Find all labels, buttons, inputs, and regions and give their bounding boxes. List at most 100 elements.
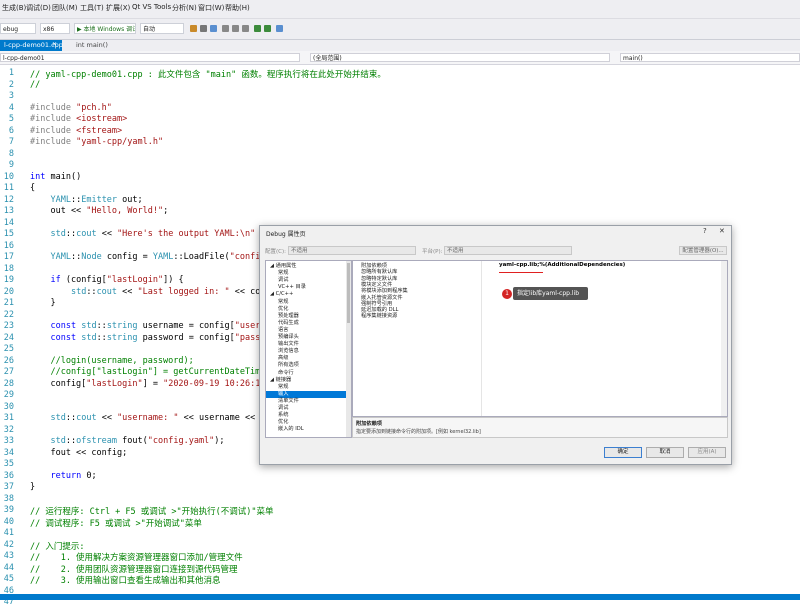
hot-reload-icon[interactable] xyxy=(190,25,197,32)
tab-close-icon[interactable]: ✕ xyxy=(52,41,57,48)
red-underline xyxy=(499,272,543,273)
outdent-icon[interactable] xyxy=(242,25,249,32)
code-line[interactable]: // 3. 使用输出窗口查看生成输出和其他消息 xyxy=(30,574,221,586)
property-tree[interactable]: ◢ 通用属性 常规 调试 VC++ 目录 ◢ C/C++ 常规 优化 预处理器 代码生成 语言 预编… xyxy=(265,260,352,438)
menu-qt-vs-tools[interactable]: Qt VS Tools xyxy=(132,3,171,11)
menu-analyze[interactable]: 分析(N) xyxy=(172,3,197,13)
additional-dependencies-value[interactable]: yaml-cpp.lib;%(AdditionalDependencies) xyxy=(499,262,625,268)
scope-dropdown[interactable]: (全局范围) xyxy=(310,53,610,62)
platform-combo[interactable]: x86 xyxy=(40,23,70,34)
tree-item[interactable]: 语言 xyxy=(266,327,351,334)
platform-select[interactable]: 不适用 xyxy=(444,246,572,255)
line-number: 31 xyxy=(3,413,14,423)
line-number: 29 xyxy=(3,390,14,400)
code-line[interactable]: // 调试程序: F5 或调试 >"开始调试"菜单 xyxy=(30,517,202,529)
grid-divider xyxy=(481,261,482,416)
code-line[interactable]: if (config["lastLogin"]) { xyxy=(30,275,183,285)
code-line[interactable]: #include "pch.h" xyxy=(30,103,112,113)
line-number: 19 xyxy=(3,275,14,285)
grid-scrollbar[interactable] xyxy=(721,261,727,416)
tree-item[interactable]: 调试 xyxy=(266,405,351,412)
tree-item[interactable]: 清单文件 xyxy=(266,398,351,405)
code-line[interactable]: YAML::Emitter out; xyxy=(30,195,142,205)
indent-icon[interactable] xyxy=(232,25,239,32)
code-line[interactable]: int main() xyxy=(30,172,81,182)
help-button[interactable]: ? xyxy=(703,227,707,235)
code-line[interactable]: #include <fstream> xyxy=(30,126,122,136)
menu-build[interactable]: 生成(B) xyxy=(2,3,26,13)
uncomment-icon[interactable] xyxy=(264,25,271,32)
tree-item[interactable]: ◢ C/C++ xyxy=(266,291,351,298)
tab-function[interactable]: int main() xyxy=(72,40,122,51)
line-number: 45 xyxy=(3,574,14,584)
line-number: 14 xyxy=(3,217,14,228)
menu-window[interactable]: 窗口(W) xyxy=(198,3,224,13)
code-line[interactable]: //login(username, password); xyxy=(30,356,193,366)
code-line[interactable]: // 入门提示: xyxy=(30,540,84,552)
config-select[interactable]: 不适用 xyxy=(288,246,416,255)
code-line[interactable]: #include "yaml-cpp/yaml.h" xyxy=(30,137,163,147)
tree-item[interactable]: ◢ 链接器 xyxy=(266,377,351,384)
menu-help[interactable]: 帮助(H) xyxy=(225,3,250,13)
tree-item-selected[interactable]: 输入 xyxy=(266,390,351,398)
line-number: 23 xyxy=(3,321,14,331)
menu-extensions[interactable]: 扩展(X) xyxy=(106,3,130,13)
code-line[interactable]: fout << config; xyxy=(30,448,127,458)
function-dropdown[interactable]: main() xyxy=(620,53,800,62)
tree-item[interactable]: 常规 xyxy=(266,384,351,391)
comment-icon[interactable] xyxy=(254,25,261,32)
menu-debug[interactable]: 调试(D) xyxy=(26,3,51,13)
code-line[interactable]: //config["lastLogin"] = getCurrentDateTi… xyxy=(30,367,280,377)
config-combo[interactable]: ebug xyxy=(0,23,36,34)
tree-item[interactable]: 命令行 xyxy=(266,370,351,377)
line-number: 18 xyxy=(3,263,14,274)
code-line[interactable]: // 运行程序: Ctrl + F5 或调试 >"开始执行(不调试)"菜单 xyxy=(30,505,273,517)
line-number: 5 xyxy=(8,114,14,124)
code-line[interactable]: } xyxy=(30,298,55,308)
description-panel: 附加依赖项 指定要添加到链接命令行的附加项。[例如 kernel32.lib] xyxy=(352,417,728,438)
code-line[interactable]: // xyxy=(30,80,40,90)
property-row-label[interactable]: 程序集链接资源 xyxy=(361,312,397,319)
tree-item[interactable]: 嵌入的 IDL xyxy=(266,426,351,433)
tree-item[interactable]: 所有选项 xyxy=(266,362,351,369)
ok-button[interactable]: 确定 xyxy=(604,447,642,458)
tree-scrollbar[interactable] xyxy=(346,261,351,437)
code-line[interactable]: // 2. 使用团队资源管理器窗口连接到源代码管理 xyxy=(30,563,238,575)
menu-tools[interactable]: 工具(T) xyxy=(80,3,104,13)
menu-team[interactable]: 团队(M) xyxy=(52,3,78,13)
step-icon[interactable] xyxy=(210,25,217,32)
code-line[interactable]: // 1. 使用解决方案资源管理器窗口添加/管理文件 xyxy=(30,551,243,563)
tree-item[interactable]: 代码生成 xyxy=(266,320,351,327)
find-icon[interactable] xyxy=(276,25,283,32)
project-dropdown[interactable]: l-cpp-demo01 xyxy=(0,53,300,62)
tree-item[interactable]: 预编译头 xyxy=(266,334,351,341)
callout-number-badge: 1 xyxy=(502,289,512,299)
tree-item[interactable]: 预处理器 xyxy=(266,313,351,320)
line-number: 30 xyxy=(3,401,14,412)
config-manager-button[interactable]: 配置管理器(O)... xyxy=(679,246,727,255)
tree-item[interactable]: ◢ 通用属性 xyxy=(266,263,351,270)
tree-item[interactable]: 优化 xyxy=(266,306,351,313)
tree-scroll-thumb[interactable] xyxy=(347,263,350,323)
code-line[interactable]: out << "Hello, World!"; xyxy=(30,206,168,216)
bookmark-icon[interactable] xyxy=(222,25,229,32)
code-line[interactable]: config["lastLogin"] = "2020-09-19 10:26:… xyxy=(30,379,275,389)
line-number: 43 xyxy=(3,551,14,561)
code-line[interactable]: } xyxy=(30,482,35,492)
code-line[interactable]: { xyxy=(30,183,35,193)
line-number: 6 xyxy=(8,125,14,136)
apply-button[interactable]: 应用(A) xyxy=(688,447,726,458)
tree-item[interactable]: VC++ 目录 xyxy=(266,284,351,291)
close-button[interactable]: ✕ xyxy=(719,227,725,235)
code-line[interactable]: return 0; xyxy=(30,471,96,481)
code-line[interactable]: #include <iostream> xyxy=(30,114,127,124)
debug-mode-combo[interactable]: 自动 xyxy=(140,23,184,34)
code-line[interactable]: std::ofstream fout("config.yaml"); xyxy=(30,436,224,446)
property-grid[interactable]: 附加依赖项 忽略所有默认库 忽略特定默认库 模块定义文件 将模块添加到程序集 嵌入托管资源… xyxy=(352,260,728,417)
tree-item[interactable]: 常规 xyxy=(266,299,351,306)
wrench-icon[interactable] xyxy=(200,25,207,32)
cancel-button[interactable]: 取消 xyxy=(646,447,684,458)
code-line[interactable]: // yaml-cpp-demo01.cpp : 此文件包含 "main" 函数… xyxy=(30,68,386,80)
start-debugger-button[interactable]: ▶ 本地 Windows 调试器 xyxy=(74,23,136,34)
toolbar: ebug x86 ▶ 本地 Windows 调试器 自动 xyxy=(0,19,800,40)
